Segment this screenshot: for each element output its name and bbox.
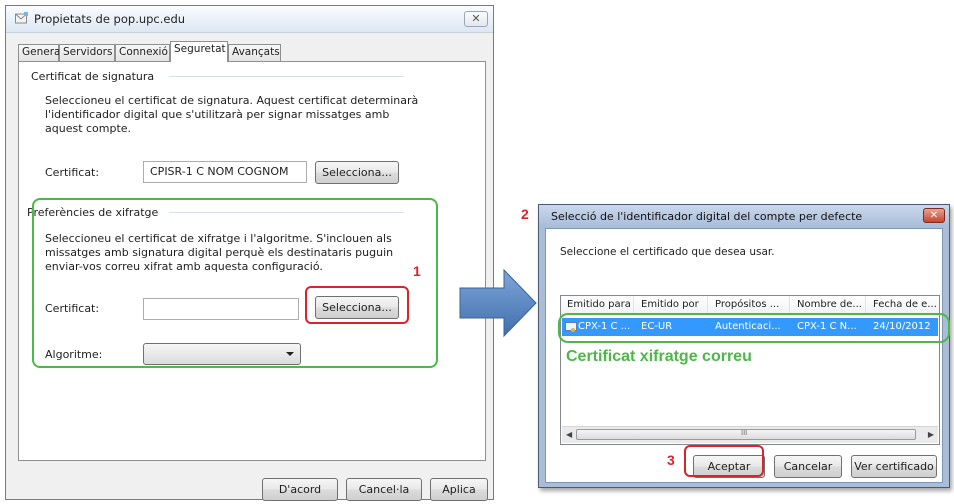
step-2-label: 2	[521, 206, 529, 222]
group-divider	[169, 76, 404, 77]
certificate-row-highlight	[558, 313, 950, 343]
grip-icon: III	[741, 429, 748, 437]
dialog-title: Selecció de l'identificador digital del …	[551, 210, 863, 223]
tab-avancats[interactable]: Avançats	[228, 44, 281, 61]
column-divider	[633, 296, 634, 314]
scroll-left-icon[interactable]: ◀	[566, 430, 572, 439]
ok-button[interactable]: D'acord	[262, 478, 338, 501]
select-prompt: Seleccione el certificado que desea usar…	[560, 246, 775, 258]
dialog-title: Propietats de pop.upc.edu	[34, 12, 186, 26]
close-button[interactable]: ✕	[464, 11, 488, 27]
close-icon: ✕	[471, 12, 481, 25]
cancel-button[interactable]: Cancelar	[774, 455, 842, 478]
view-certificate-button[interactable]: Ver certificado	[851, 455, 937, 478]
dialog-titlebar: Selecció de l'identificador digital del …	[539, 205, 949, 227]
cancel-button[interactable]: Cancel·la	[346, 478, 422, 501]
dialog-titlebar: Propietats de pop.upc.edu ✕	[6, 6, 493, 33]
signing-group-title: Certificat de signatura	[31, 70, 159, 83]
tab-connexio[interactable]: Connexió	[115, 44, 170, 61]
scroll-thumb[interactable]: III	[576, 429, 916, 440]
step-3-label: 3	[667, 452, 675, 468]
horizontal-scrollbar[interactable]: ◀ III ▶	[562, 426, 938, 443]
signing-select-button[interactable]: Selecciona...	[315, 161, 399, 184]
column-name[interactable]: Nombre de...	[797, 299, 862, 310]
scroll-right-icon[interactable]: ▶	[928, 430, 934, 439]
tab-seguretat[interactable]: Seguretat	[170, 41, 228, 62]
column-issued-to[interactable]: Emitido para	[567, 299, 631, 310]
step-1-label: 1	[413, 263, 421, 279]
signing-description: Seleccioneu el certificat de signatura. …	[45, 94, 418, 136]
signing-description-line: aquest compte.	[45, 122, 132, 135]
column-divider	[707, 296, 708, 314]
tab-general[interactable]: General	[18, 44, 63, 61]
encryption-highlight-box	[32, 198, 438, 368]
signing-description-line: l'identificador digital que s'utilitzarà…	[45, 108, 390, 121]
accept-button-highlight	[684, 445, 764, 477]
tab-servidors[interactable]: Servidors	[59, 44, 115, 61]
flow-arrow-icon	[459, 268, 537, 338]
select-button-highlight	[305, 286, 409, 324]
close-icon: ✕	[929, 210, 939, 221]
column-purposes[interactable]: Propósitos ...	[715, 299, 779, 310]
column-divider	[865, 296, 866, 314]
apply-button[interactable]: Aplica	[430, 478, 488, 501]
envelope-icon	[15, 12, 28, 24]
column-date[interactable]: Fecha de e...	[873, 299, 937, 310]
column-divider	[789, 296, 790, 314]
column-issued-by[interactable]: Emitido por	[641, 299, 699, 310]
signing-description-line: Seleccioneu el certificat de signatura. …	[45, 94, 419, 107]
close-button[interactable]: ✕	[923, 208, 945, 223]
signing-cert-label: Certificat:	[45, 166, 100, 179]
highlight-caption: Certificat xifratge correu	[566, 348, 752, 365]
signing-cert-field[interactable]: CPISR-1 C NOM COGNOM	[143, 161, 307, 183]
